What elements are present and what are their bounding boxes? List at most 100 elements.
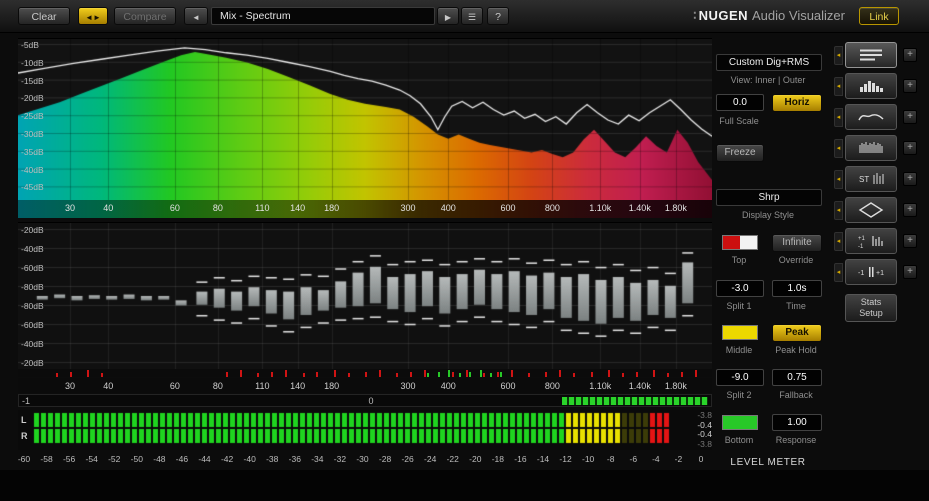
add-view-button[interactable]: + [903,265,917,279]
response-value[interactable]: 1.00 [772,414,822,431]
split1-value[interactable]: -3.0 [716,280,764,297]
view-mode-label: View: Inner | Outer [730,75,806,85]
time-label: Time [786,301,806,311]
preset-list-button[interactable]: ☰ [461,7,483,25]
ab-toggle-button[interactable]: ◄► [78,7,108,25]
peak-hold-label: Peak Hold [775,345,817,355]
scale-label: -12 [559,454,572,464]
freq-label: 30 [65,381,76,391]
expand-arrow[interactable]: ◂ [834,232,843,251]
view-select-stereo-spectrum[interactable]: ST [845,166,897,192]
peak-tick [333,370,336,377]
list-icon: ☰ [467,12,477,22]
view-select-spectrogram[interactable] [845,135,897,161]
yellow-swatch [723,326,757,339]
clear-button[interactable]: Clear [18,7,70,25]
correlation-min-label: -1 [22,396,31,406]
meter-lines-icon [860,49,882,61]
chevron-left-icon: ◂ [836,269,841,276]
view-select-histogram[interactable] [845,73,897,99]
expand-arrow[interactable]: ◂ [834,46,843,65]
view-select-balance[interactable]: +1 -1 [845,228,897,254]
bottom-margin [0,470,929,501]
peak-tick [271,371,274,377]
scale-label: -30 [356,454,369,464]
spectrum-panel: -5dB -10dB -15dB -20dB -25dB -30dB -35dB -40dB -… [18,38,712,201]
add-view-button[interactable]: + [903,203,917,217]
view-slot-3: ◂ + [834,104,929,131]
channel-label-left: L [21,415,27,425]
play-button[interactable]: ▶ [437,7,459,25]
peak-tick [489,373,492,377]
fallback-value[interactable]: 0.75 [772,369,822,386]
freq-label: 600 [500,381,516,391]
freq-label: 300 [400,203,416,213]
peak-tick [621,373,624,377]
add-view-button[interactable]: + [903,234,917,248]
expand-arrow[interactable]: ◂ [834,77,843,96]
override-button[interactable]: Infinite [772,234,822,252]
link-button[interactable]: Link [859,7,899,25]
add-view-button[interactable]: + [903,110,917,124]
peak-tick [465,370,468,377]
expand-arrow[interactable]: ◂ [834,108,843,127]
preset-selector[interactable]: Mix - Spectrum [211,7,435,25]
split2-value[interactable]: -9.0 [716,369,764,386]
add-view-button[interactable]: + [903,172,917,186]
peak-tick [302,373,305,377]
stats-setup-button[interactable]: Stats Setup [845,294,897,322]
peak-tick [423,370,426,377]
top-color-swatch[interactable] [722,235,758,250]
peak-tick [694,370,697,377]
view-slot-6: ◂ + [834,197,929,224]
peak-tick [496,371,499,377]
view-select-vectorscope[interactable] [845,197,897,223]
peak-hold-button[interactable]: Peak [772,324,822,342]
peak-tick [666,373,669,377]
scale-label: -54 [85,454,98,464]
response-label: Response [775,435,817,445]
horiz-button[interactable]: Horiz [772,94,822,112]
freq-label: 110 [255,381,270,391]
view-select-meter[interactable] [845,42,897,68]
preset-prev-button[interactable]: ◄ [184,7,208,25]
scale-label: -56 [62,454,76,464]
freq-label: 60 [169,203,180,213]
expand-arrow[interactable]: ◂ [834,170,843,189]
expand-arrow[interactable]: ◂ [834,263,843,282]
middle-color-swatch[interactable] [722,325,758,340]
plus-one-label: +1 [876,270,884,277]
level-meter-title: LEVEL METER [730,457,806,468]
add-view-button[interactable]: + [903,141,917,155]
histogram-canvas [18,223,712,369]
view-select-spectrum[interactable] [845,104,897,130]
full-scale-value[interactable]: 0.0 [716,94,764,111]
chevron-left-icon: ◂ [836,176,841,183]
expand-arrow[interactable]: ◂ [834,139,843,158]
freeze-button[interactable]: Freeze [716,144,764,162]
scale-label: -18 [491,454,505,464]
peak-ticks [18,369,712,377]
view-select-correlation[interactable]: -1 +1 [845,259,897,285]
peak-tick [347,373,350,377]
mode-selector[interactable]: Custom Dig+RMS [716,54,822,71]
expand-arrow[interactable]: ◂ [834,201,843,220]
freq-label: 60 [169,381,180,391]
chevron-left-icon: ◂ [836,207,841,214]
fallback-label: Fallback [779,390,813,400]
display-style-selector[interactable]: Shrp [716,189,822,206]
right-arrow-icon: ► [93,13,101,22]
compare-button[interactable]: Compare [114,7,176,25]
add-view-button[interactable]: + [903,79,917,93]
peak-tick [500,371,503,377]
scale-label: -36 [288,454,301,464]
peak-tick [607,370,610,377]
chevron-left-icon: ◂ [836,83,841,90]
add-view-button[interactable]: + [903,48,917,62]
help-button[interactable]: ? [487,7,509,25]
time-value[interactable]: 1.0s [772,280,822,297]
scale-label: -16 [514,454,527,464]
peak-tick [427,373,430,377]
peak-tick [680,371,683,377]
bottom-color-swatch[interactable] [722,415,758,430]
